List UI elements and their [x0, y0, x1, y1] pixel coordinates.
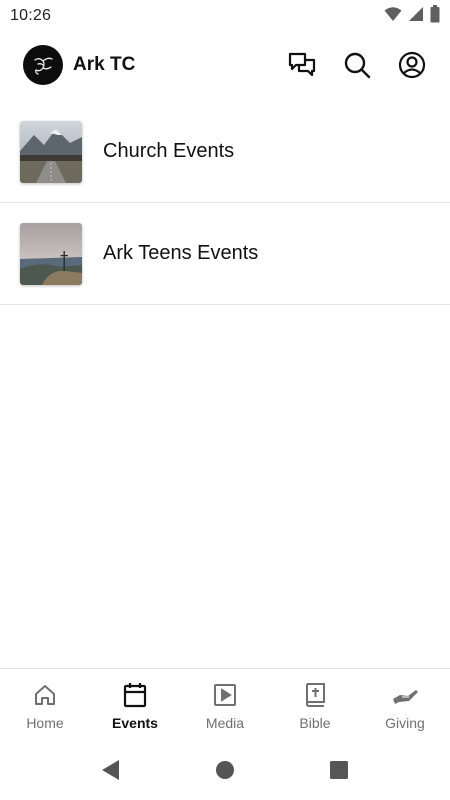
nav-label-bible: Bible	[299, 715, 331, 731]
status-time: 10:26	[10, 7, 52, 24]
mountain-road-image	[20, 120, 82, 183]
status-bar: 10:26	[0, 0, 450, 32]
nav-item-events[interactable]: Events	[90, 669, 180, 740]
nav-item-media[interactable]: Media	[180, 669, 270, 740]
bottom-nav: Home Events Media Bible Giving	[0, 668, 450, 740]
nav-item-home[interactable]: Home	[0, 669, 90, 740]
list-item-label: Ark Teens Events	[103, 242, 259, 264]
battery-icon	[430, 4, 440, 28]
event-list: Church Events Ark Teens Events	[0, 101, 450, 305]
chat-icon[interactable]	[285, 49, 318, 82]
account-icon[interactable]	[395, 49, 428, 82]
nav-item-bible[interactable]: Bible	[270, 669, 360, 740]
app-actions	[285, 49, 428, 82]
nav-label-home: Home	[26, 715, 64, 731]
nav-label-media: Media	[205, 715, 245, 731]
status-icons	[384, 4, 440, 28]
bible-icon	[301, 681, 329, 709]
list-item-ark-teens-events[interactable]: Ark Teens Events	[0, 203, 450, 305]
search-icon[interactable]	[340, 49, 373, 82]
dove-icon[interactable]	[23, 45, 63, 85]
nav-label-giving: Giving	[385, 715, 425, 731]
list-item-label: Church Events	[103, 140, 235, 162]
system-nav	[0, 740, 450, 800]
nav-label-events: Events	[112, 715, 158, 731]
calendar-icon	[121, 681, 149, 709]
back-icon[interactable]	[54, 740, 168, 800]
media-play-icon	[211, 681, 239, 709]
home-icon	[31, 681, 59, 709]
nav-item-giving[interactable]: Giving	[360, 669, 450, 740]
hilltop-cross-image	[20, 222, 82, 285]
home-circle-icon[interactable]	[168, 740, 282, 800]
app-title: Ark TC	[73, 54, 136, 75]
recents-icon[interactable]	[282, 740, 396, 800]
wifi-icon	[384, 6, 402, 27]
giving-hand-icon	[391, 681, 419, 709]
list-item-church-events[interactable]: Church Events	[0, 101, 450, 203]
app-bar: Ark TC	[0, 36, 450, 94]
cell-signal-icon	[408, 6, 424, 27]
